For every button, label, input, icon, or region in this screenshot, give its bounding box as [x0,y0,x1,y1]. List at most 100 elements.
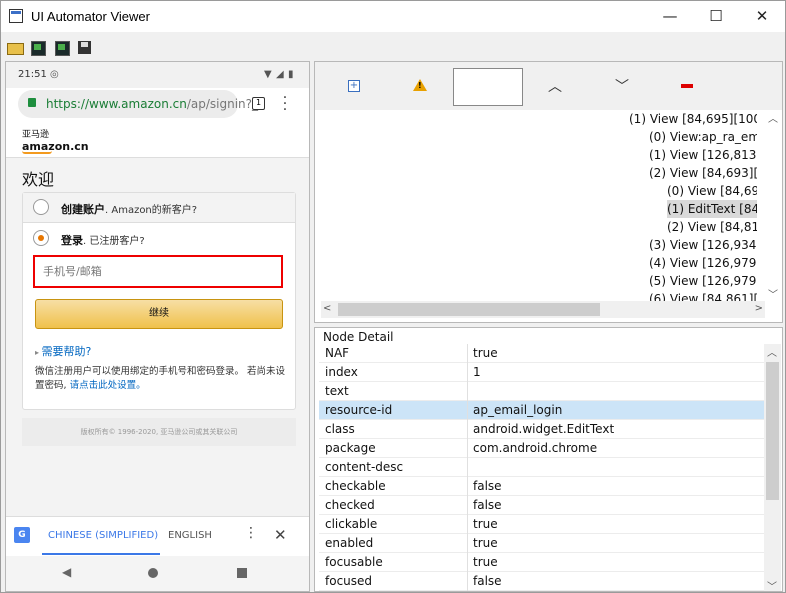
tree-node[interactable]: (4) View [126,979][104 [649,254,757,272]
status-time: 21:51 [18,69,47,80]
column-divider [467,420,468,439]
tree-node[interactable]: (0) View [84,695][1 [667,182,757,200]
property-row[interactable]: index 1 [319,363,764,382]
property-row[interactable]: checkable false [319,477,764,496]
hierarchy-vertical-scrollbar[interactable]: ︿ ﹀ [765,110,782,301]
expand-all-icon[interactable]: + [348,80,360,92]
node-detail-table: NAF true index 1 text resource-id ap_email_log… [319,344,764,591]
property-row[interactable]: focusable true [319,553,764,572]
hierarchy-toolbar: + ︿ ﹀ [315,62,782,110]
tree-node[interactable]: (6) View [84,861][1000 [649,290,757,301]
property-row[interactable]: package com.android.chrome [319,439,764,458]
close-button[interactable]: ✕ [739,1,785,32]
tree-node[interactable]: (1) View [84,695][1000,12 [629,110,757,128]
column-divider [467,439,468,458]
property-value: true [473,346,498,360]
browser-menu-icon[interactable]: · · · [282,91,288,117]
previous-node-icon[interactable]: ︿ [548,76,562,96]
tab-english[interactable]: ENGLISH [168,530,212,541]
property-row[interactable]: class android.widget.EditText [319,420,764,439]
translate-menu-icon[interactable]: ⋮ [244,525,258,541]
scroll-down-icon[interactable]: ﹀ [767,578,777,591]
property-value: android.widget.EditText [473,422,615,436]
tree-node[interactable]: (0) View:ap_ra_email_ [649,128,757,146]
warning-icon[interactable] [413,79,427,91]
detail-vertical-scrollbar[interactable]: ︿ ﹀ [764,344,781,591]
email-phone-field[interactable] [35,257,281,286]
tree-node[interactable]: (2) View [84,693][1000 [649,164,757,182]
continue-button[interactable]: 继续 [35,299,283,329]
property-key: NAF [325,346,350,360]
scroll-thumb[interactable] [766,362,779,500]
active-tab-indicator [42,553,160,555]
web-page: 亚马逊 amazon.cn 欢迎 创建账户. Amazon的新客户? 登录. 已… [6,124,309,516]
device-screenshot-icon[interactable] [30,40,46,56]
property-row[interactable]: content-desc [319,458,764,477]
back-icon[interactable]: ◀ [62,565,71,579]
app-icon [9,9,23,23]
device-screenshot-pane[interactable]: 21:51 ◎ ▼ ◢ ▮ https://www.amazon.cn/ap/s… [5,61,310,592]
hierarchy-pane: + ︿ ﹀ (1) View [84,695][1000,12(0) View:… [314,61,783,323]
battery-icon: ▮ [288,69,294,80]
property-row[interactable]: text [319,382,764,401]
maximize-button[interactable]: ☐ [693,1,739,32]
home-icon[interactable] [148,568,158,578]
property-row[interactable]: checked false [319,496,764,515]
url-bar[interactable]: https://www.amazon.cn/ap/signin?_ [18,90,258,118]
clear-search-icon[interactable] [681,84,693,88]
next-node-icon[interactable]: ﹀ [615,76,629,96]
set-password-link[interactable]: 请点击此处设置。 [70,380,146,391]
property-value: true [473,517,498,531]
lock-icon [28,98,36,107]
window-title: UI Automator Viewer [31,9,150,24]
scroll-up-icon[interactable]: ︿ [768,110,778,125]
property-row[interactable]: clickable true [319,515,764,534]
property-key: text [325,384,349,398]
property-key: content-desc [325,460,404,474]
column-divider [467,458,468,477]
create-account-option[interactable]: 创建账户. Amazon的新客户? [23,193,295,223]
column-divider [467,515,468,534]
property-key: index [325,365,358,379]
property-row[interactable]: resource-id ap_email_login [319,401,764,420]
device-screenshot-compressed-icon[interactable] [54,40,70,56]
tree-node[interactable]: (1) EditText [84,70 [667,200,757,218]
open-folder-icon[interactable] [7,40,24,56]
property-row[interactable]: focused false [319,572,764,591]
property-value: false [473,498,502,512]
property-row[interactable]: enabled true [319,534,764,553]
tree-node[interactable]: (5) View [126,979][104 [649,272,757,290]
tree-node[interactable]: (2) View [84,813][1 [667,218,757,236]
signin-radio[interactable] [33,230,49,246]
notification-icon: ◎ [50,69,59,80]
save-icon[interactable] [77,40,93,56]
scroll-thumb[interactable] [338,303,600,316]
scroll-up-icon[interactable]: ︿ [767,344,777,359]
tab-switcher-icon[interactable]: 1 [252,97,265,110]
column-divider [467,477,468,496]
amazon-smile-icon [22,151,52,154]
scroll-left-icon[interactable]: < [323,303,331,314]
email-phone-input[interactable] [33,255,283,288]
wifi-icon: ▼ [264,69,272,80]
signin-card: 创建账户. Amazon的新客户? 登录. 已注册客户? 继续 ▸ 需要帮助? … [22,192,296,410]
hierarchy-tree[interactable]: (1) View [84,695][1000,12(0) View:ap_ra_… [321,110,757,301]
column-divider [467,344,468,363]
scroll-right-icon[interactable]: > [755,303,763,314]
minimize-button[interactable]: — [647,1,693,32]
title-bar: UI Automator Viewer — ☐ ✕ [1,1,785,32]
scroll-down-icon[interactable]: ﹀ [768,286,778,301]
signal-icon: ◢ [276,69,284,80]
node-detail-pane: Node Detail NAF true index 1 text resource-id… [314,327,783,592]
tab-chinese-simplified[interactable]: CHINESE (SIMPLIFIED) [48,530,158,541]
create-account-radio[interactable] [33,199,49,215]
recents-icon[interactable] [237,568,247,578]
translate-close-icon[interactable]: ✕ [274,526,287,544]
property-key: clickable [325,517,378,531]
hierarchy-horizontal-scrollbar[interactable]: < > [321,301,765,318]
tree-node[interactable]: (3) View [126,934][104 [649,236,757,254]
property-row[interactable]: NAF true [319,344,764,363]
tree-node[interactable]: (1) View [126,813][104 [649,146,757,164]
find-node-box[interactable] [453,68,523,106]
help-link[interactable]: ▸ 需要帮助? [35,343,91,359]
